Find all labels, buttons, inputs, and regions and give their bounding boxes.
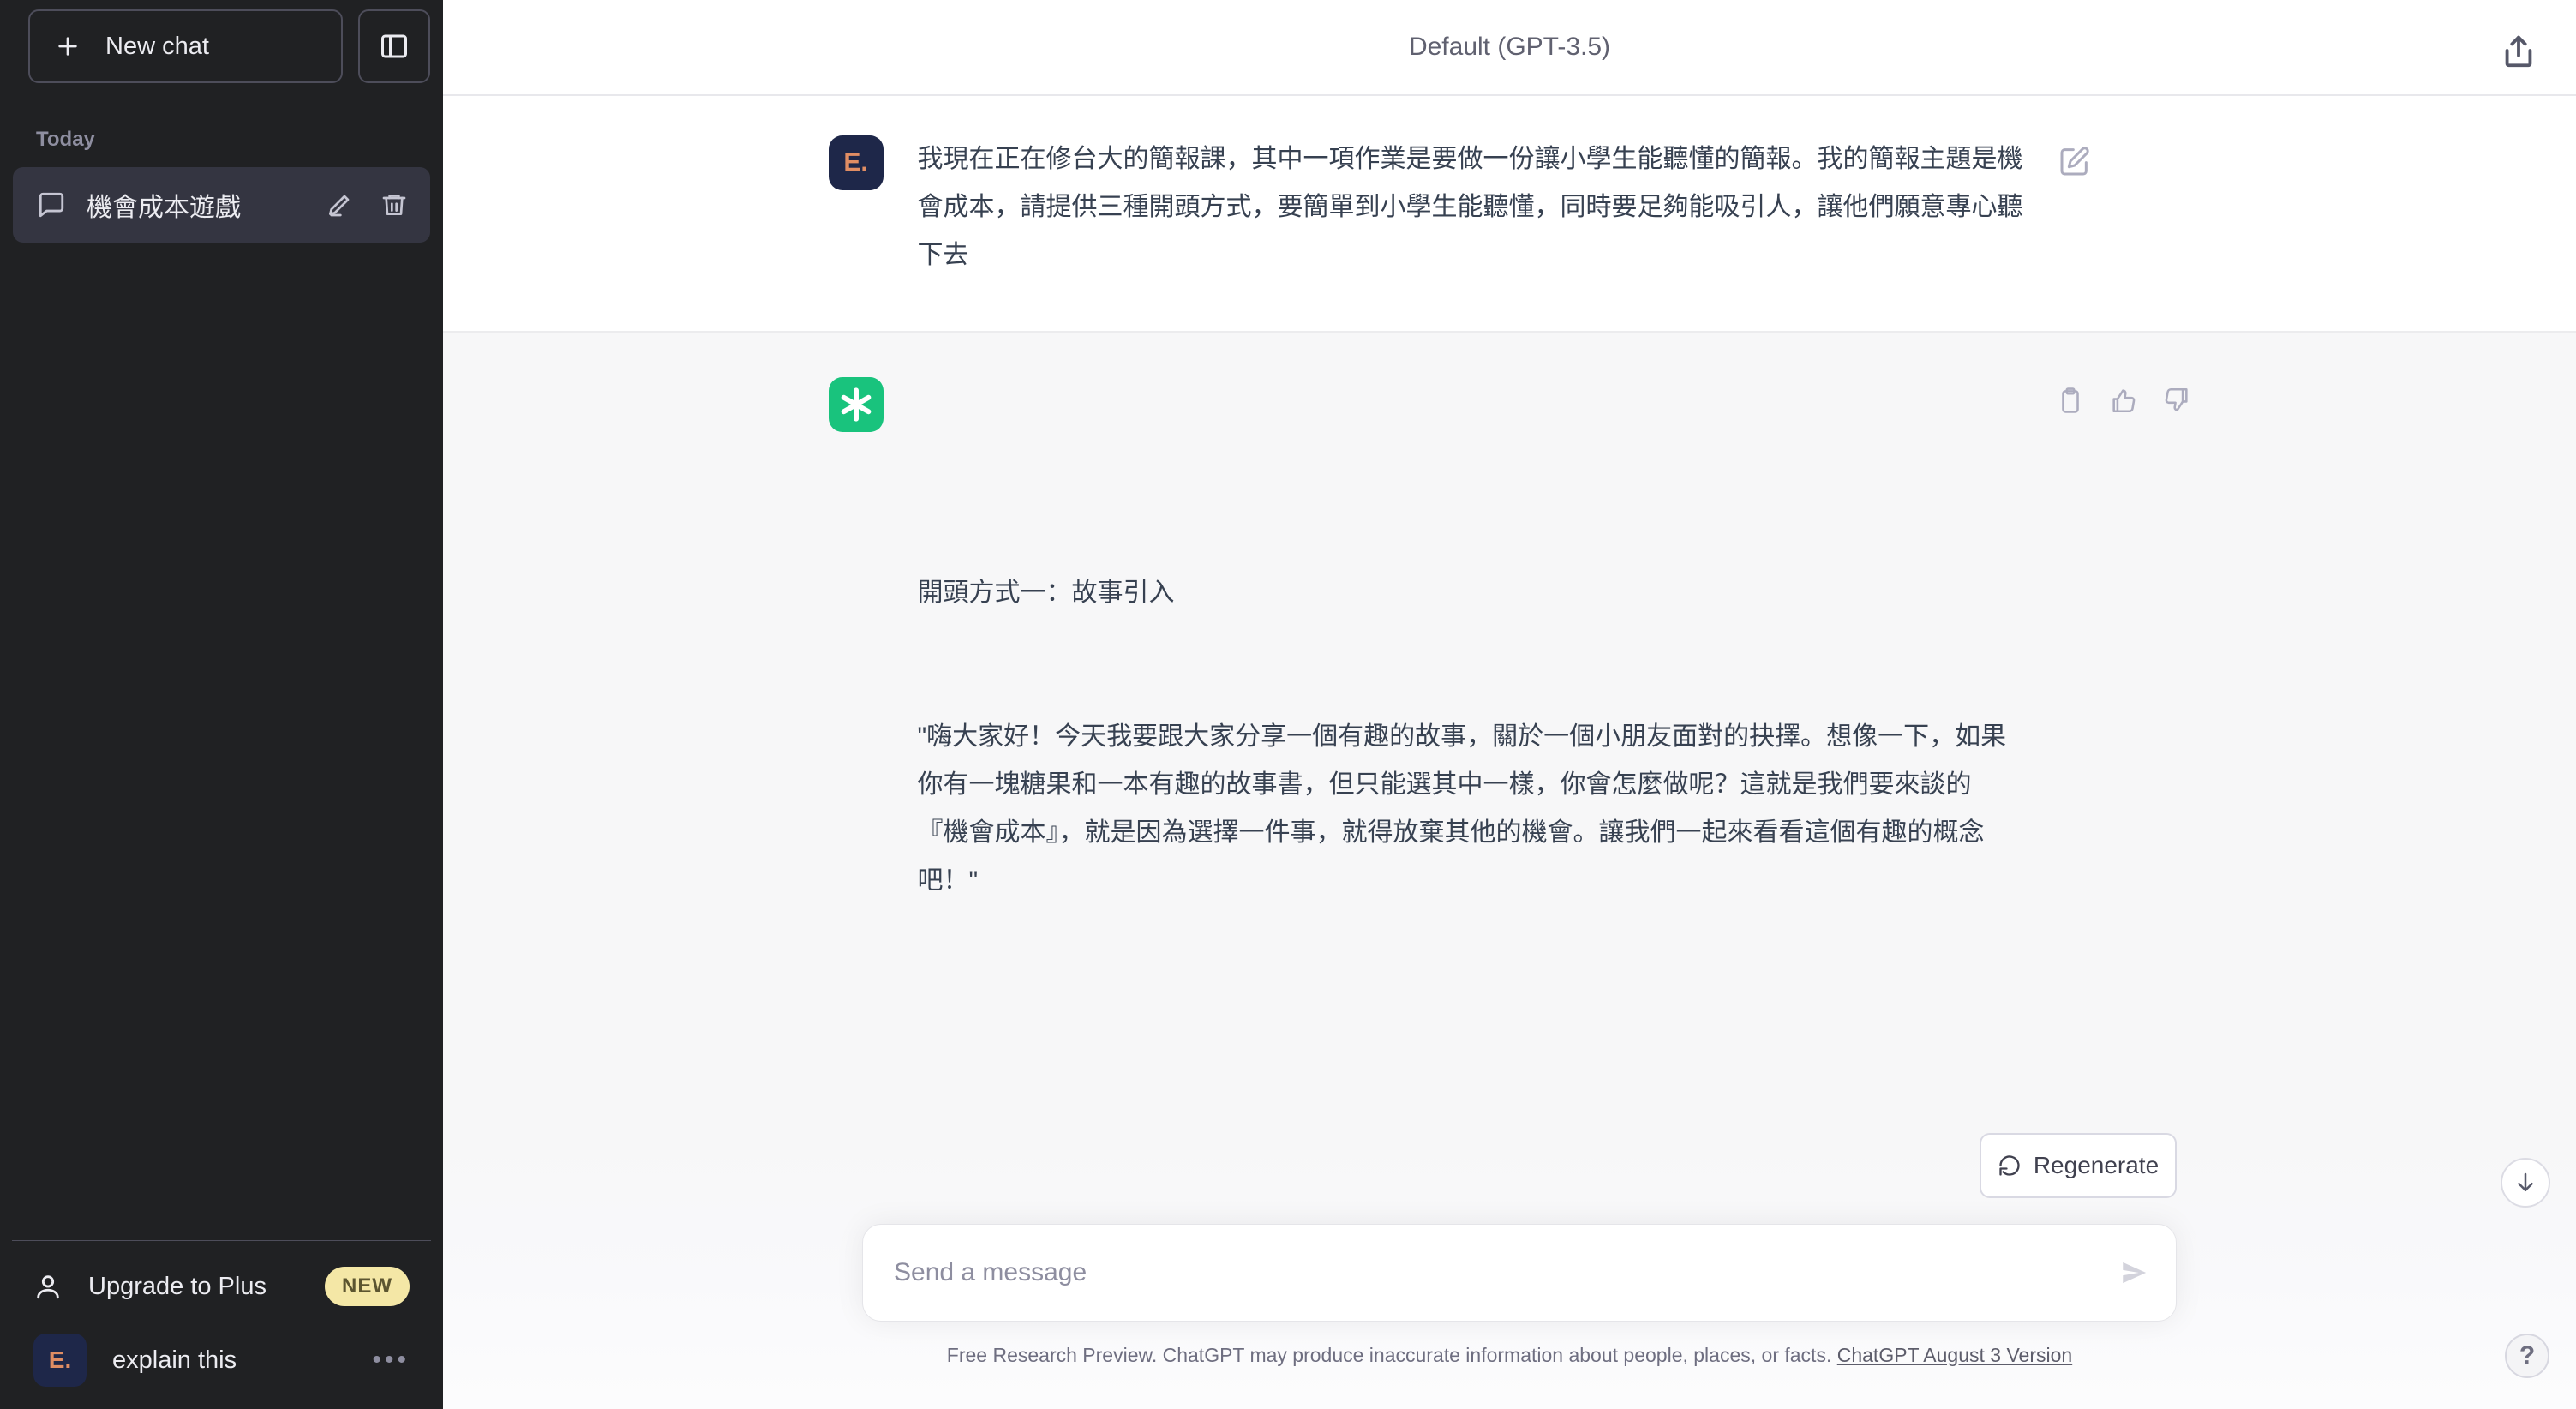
- scroll-down-icon: [2513, 1170, 2538, 1196]
- history-group-label: Today: [36, 128, 443, 152]
- share-button[interactable]: [2492, 24, 2545, 77]
- thumbs-up-icon: [2109, 386, 2138, 415]
- chatgpt-avatar: [829, 377, 884, 432]
- copy-button[interactable]: [2056, 386, 2085, 415]
- regenerate-icon: [1998, 1154, 2022, 1178]
- section-body: "大家好！今天我們要玩一個超級有趣的遊戲！你有沒有想過，做出一個決定的同時，其實…: [918, 1378, 2022, 1409]
- trash-icon: [380, 191, 408, 219]
- share-icon: [2499, 31, 2538, 70]
- upgrade-label: Upgrade to Plus: [88, 1273, 299, 1301]
- footer: Free Research Preview. ChatGPT may produ…: [443, 1344, 2576, 1367]
- user-message-avatar: E.: [829, 135, 884, 190]
- new-chat-label: New chat: [105, 33, 209, 61]
- user-message-row: E. 我現在正在修台大的簡報課，其中一項作業是要做一份讓小學生能聽懂的簡報。我的…: [443, 96, 2576, 331]
- edit-message-icon: [2058, 144, 2092, 178]
- sidebar: New chat Today 機會成本遊戲: [0, 0, 443, 1409]
- message-composer: [862, 1224, 2177, 1322]
- send-button[interactable]: [2114, 1253, 2154, 1292]
- message-section: 開頭方式一：故事引入 "嗨大家好！今天我要跟大家分享一個有趣的故事，關於一個小朋…: [918, 473, 2022, 1001]
- footer-version-link[interactable]: ChatGPT August 3 Version: [1837, 1344, 2072, 1366]
- scroll-to-bottom-button[interactable]: [2501, 1158, 2550, 1208]
- sidebar-item-chat[interactable]: 機會成本遊戲: [13, 167, 430, 243]
- chat-bubble-icon: [37, 190, 66, 219]
- collapse-sidebar-icon: [379, 31, 410, 62]
- user-message-text: 我現在正在修台大的簡報課，其中一項作業是要做一份讓小學生能聽懂的簡報。我的簡報主…: [918, 135, 2023, 279]
- regenerate-button[interactable]: Regenerate: [1980, 1133, 2177, 1198]
- new-chat-button[interactable]: New chat: [28, 9, 343, 83]
- question-mark-icon: ?: [2519, 1341, 2535, 1370]
- openai-logo-icon: [838, 387, 874, 423]
- main-area: E. 我現在正在修台大的簡報課，其中一項作業是要做一份讓小學生能聽懂的簡報。我的…: [443, 0, 2576, 1409]
- regenerate-label: Regenerate: [2034, 1152, 2159, 1179]
- user-name: explain this: [112, 1346, 346, 1375]
- edit-pencil-icon: [326, 191, 353, 219]
- edit-message-button[interactable]: [2058, 144, 2092, 178]
- user-profile-button[interactable]: E. explain this •••: [13, 1323, 430, 1397]
- collapse-sidebar-button[interactable]: [358, 9, 430, 83]
- rename-chat-button[interactable]: [322, 188, 356, 222]
- person-icon: [33, 1272, 63, 1301]
- new-badge: NEW: [325, 1267, 410, 1306]
- section-body: "嗨大家好！今天我要跟大家分享一個有趣的故事，關於一個小朋友面對的抉擇。想像一下…: [918, 713, 2022, 905]
- footer-disclaimer: Free Research Preview. ChatGPT may produ…: [947, 1344, 1837, 1366]
- conversation: E. 我現在正在修台大的簡報課，其中一項作業是要做一份讓小學生能聽懂的簡報。我的…: [443, 96, 2576, 1409]
- copy-icon: [2056, 386, 2085, 415]
- top-bar: Default (GPT-3.5): [443, 0, 2576, 96]
- sidebar-divider: [12, 1240, 431, 1241]
- upgrade-to-plus-button[interactable]: Upgrade to Plus NEW: [13, 1250, 430, 1323]
- section-heading: 開頭方式一：故事引入: [918, 569, 2022, 617]
- message-input[interactable]: [863, 1225, 2176, 1321]
- more-options-icon[interactable]: •••: [372, 1346, 410, 1375]
- chat-title: 機會成本遊戲: [87, 186, 302, 224]
- thumbs-down-button[interactable]: [2162, 386, 2191, 415]
- thumbs-down-icon: [2162, 386, 2191, 415]
- thumbs-up-button[interactable]: [2109, 386, 2138, 415]
- model-title: Default (GPT-3.5): [1409, 33, 1610, 62]
- user-avatar: E.: [33, 1334, 87, 1387]
- delete-chat-button[interactable]: [377, 188, 411, 222]
- help-button[interactable]: ?: [2505, 1334, 2549, 1378]
- plus-icon: [54, 33, 81, 60]
- send-icon: [2119, 1258, 2148, 1287]
